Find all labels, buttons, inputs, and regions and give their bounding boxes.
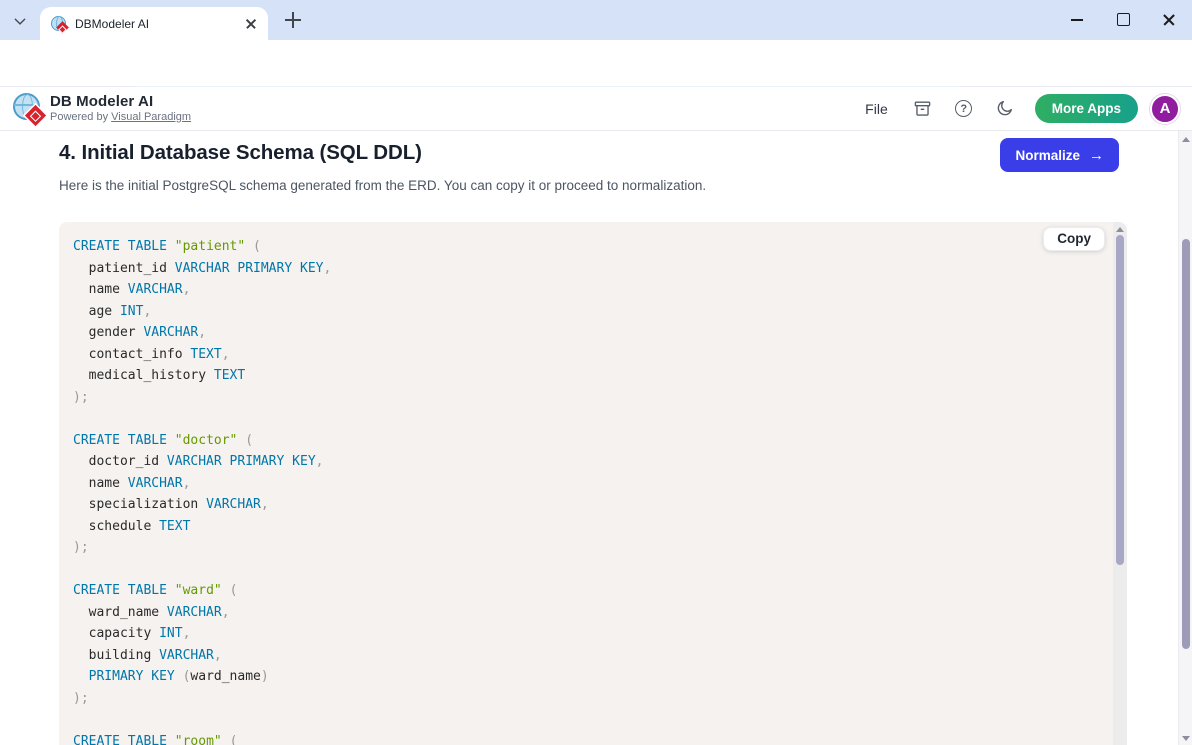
code-line: contact_info TEXT, bbox=[73, 344, 1093, 366]
moon-icon bbox=[995, 99, 1014, 118]
dark-mode-toggle[interactable] bbox=[994, 98, 1016, 120]
copy-button[interactable]: Copy bbox=[1043, 227, 1105, 251]
normalize-button[interactable]: Normalize → bbox=[1000, 138, 1119, 172]
code-line: specialization VARCHAR, bbox=[73, 494, 1093, 516]
app-header: DB Modeler AI Powered by Visual Paradigm… bbox=[0, 87, 1192, 131]
window-controls bbox=[1054, 0, 1192, 36]
save-project-button[interactable] bbox=[912, 98, 934, 120]
code-line: name VARCHAR, bbox=[73, 473, 1093, 495]
code-scroll-area[interactable]: CREATE TABLE "patient" ( patient_id VARC… bbox=[59, 222, 1113, 745]
help-icon: ? bbox=[955, 100, 972, 117]
page-scroll-down-icon[interactable] bbox=[1182, 736, 1190, 741]
tab-close-icon[interactable] bbox=[243, 16, 259, 32]
code-scrollbar[interactable] bbox=[1113, 222, 1127, 745]
sql-code-panel: CREATE TABLE "patient" ( patient_id VARC… bbox=[59, 222, 1127, 745]
code-block: CREATE TABLE "patient" ( patient_id VARC… bbox=[59, 222, 1113, 745]
code-line: medical_history TEXT bbox=[73, 365, 1093, 387]
scroll-up-arrow-icon[interactable] bbox=[1116, 227, 1124, 232]
close-window-button[interactable] bbox=[1146, 0, 1192, 34]
code-line: building VARCHAR, bbox=[73, 645, 1093, 667]
code-line: age INT, bbox=[73, 301, 1093, 323]
visual-paradigm-link[interactable]: Visual Paradigm bbox=[111, 111, 191, 123]
code-line: ); bbox=[73, 387, 1093, 409]
user-avatar[interactable]: A bbox=[1150, 94, 1180, 124]
code-line: capacity INT, bbox=[73, 623, 1093, 645]
new-tab-button[interactable] bbox=[282, 9, 304, 31]
browser-toolbar: ai-toolbox.visual-paradigm.com/app/dbmod… bbox=[0, 40, 1192, 87]
code-line: CREATE TABLE "patient" ( bbox=[73, 236, 1093, 258]
code-line: ward_name VARCHAR, bbox=[73, 602, 1093, 624]
code-line: PRIMARY KEY (ward_name) bbox=[73, 666, 1093, 688]
maximize-button[interactable] bbox=[1100, 0, 1146, 34]
code-line: ); bbox=[73, 537, 1093, 559]
vp-favicon-icon bbox=[51, 16, 67, 32]
help-button[interactable]: ? bbox=[953, 98, 975, 120]
more-apps-button[interactable]: More Apps bbox=[1035, 94, 1138, 123]
page-scrollbar[interactable] bbox=[1178, 131, 1192, 745]
code-line: patient_id VARCHAR PRIMARY KEY, bbox=[73, 258, 1093, 280]
code-line bbox=[73, 408, 1093, 430]
archive-icon bbox=[913, 99, 932, 118]
powered-by: Powered by Visual Paradigm bbox=[50, 111, 191, 123]
code-line: gender VARCHAR, bbox=[73, 322, 1093, 344]
browser-tab[interactable]: DBModeler AI bbox=[40, 7, 268, 40]
code-line: CREATE TABLE "room" ( bbox=[73, 731, 1093, 745]
code-line: schedule TEXT bbox=[73, 516, 1093, 538]
browser-tab-strip: DBModeler AI bbox=[0, 0, 1192, 40]
code-scrollbar-thumb[interactable] bbox=[1116, 235, 1124, 565]
file-menu[interactable]: File bbox=[859, 101, 894, 117]
right-arrow-icon: → bbox=[1089, 147, 1104, 164]
code-line: name VARCHAR, bbox=[73, 279, 1093, 301]
tab-title: DBModeler AI bbox=[75, 17, 243, 31]
tab-search-button[interactable] bbox=[8, 9, 32, 33]
code-line: ); bbox=[73, 688, 1093, 710]
page-scrollbar-thumb[interactable] bbox=[1182, 239, 1190, 649]
code-line: doctor_id VARCHAR PRIMARY KEY, bbox=[73, 451, 1093, 473]
code-line bbox=[73, 559, 1093, 581]
app-name: DB Modeler AI bbox=[50, 93, 191, 110]
code-line: CREATE TABLE "doctor" ( bbox=[73, 430, 1093, 452]
minimize-button[interactable] bbox=[1054, 0, 1100, 34]
code-line bbox=[73, 709, 1093, 731]
page-subtitle: Here is the initial PostgreSQL schema ge… bbox=[59, 178, 706, 193]
chevron-down-icon bbox=[13, 14, 27, 28]
page-scroll-up-icon[interactable] bbox=[1182, 137, 1190, 142]
app-logo-icon[interactable] bbox=[13, 93, 44, 124]
page-title: 4. Initial Database Schema (SQL DDL) bbox=[59, 141, 422, 165]
code-line: CREATE TABLE "ward" ( bbox=[73, 580, 1093, 602]
